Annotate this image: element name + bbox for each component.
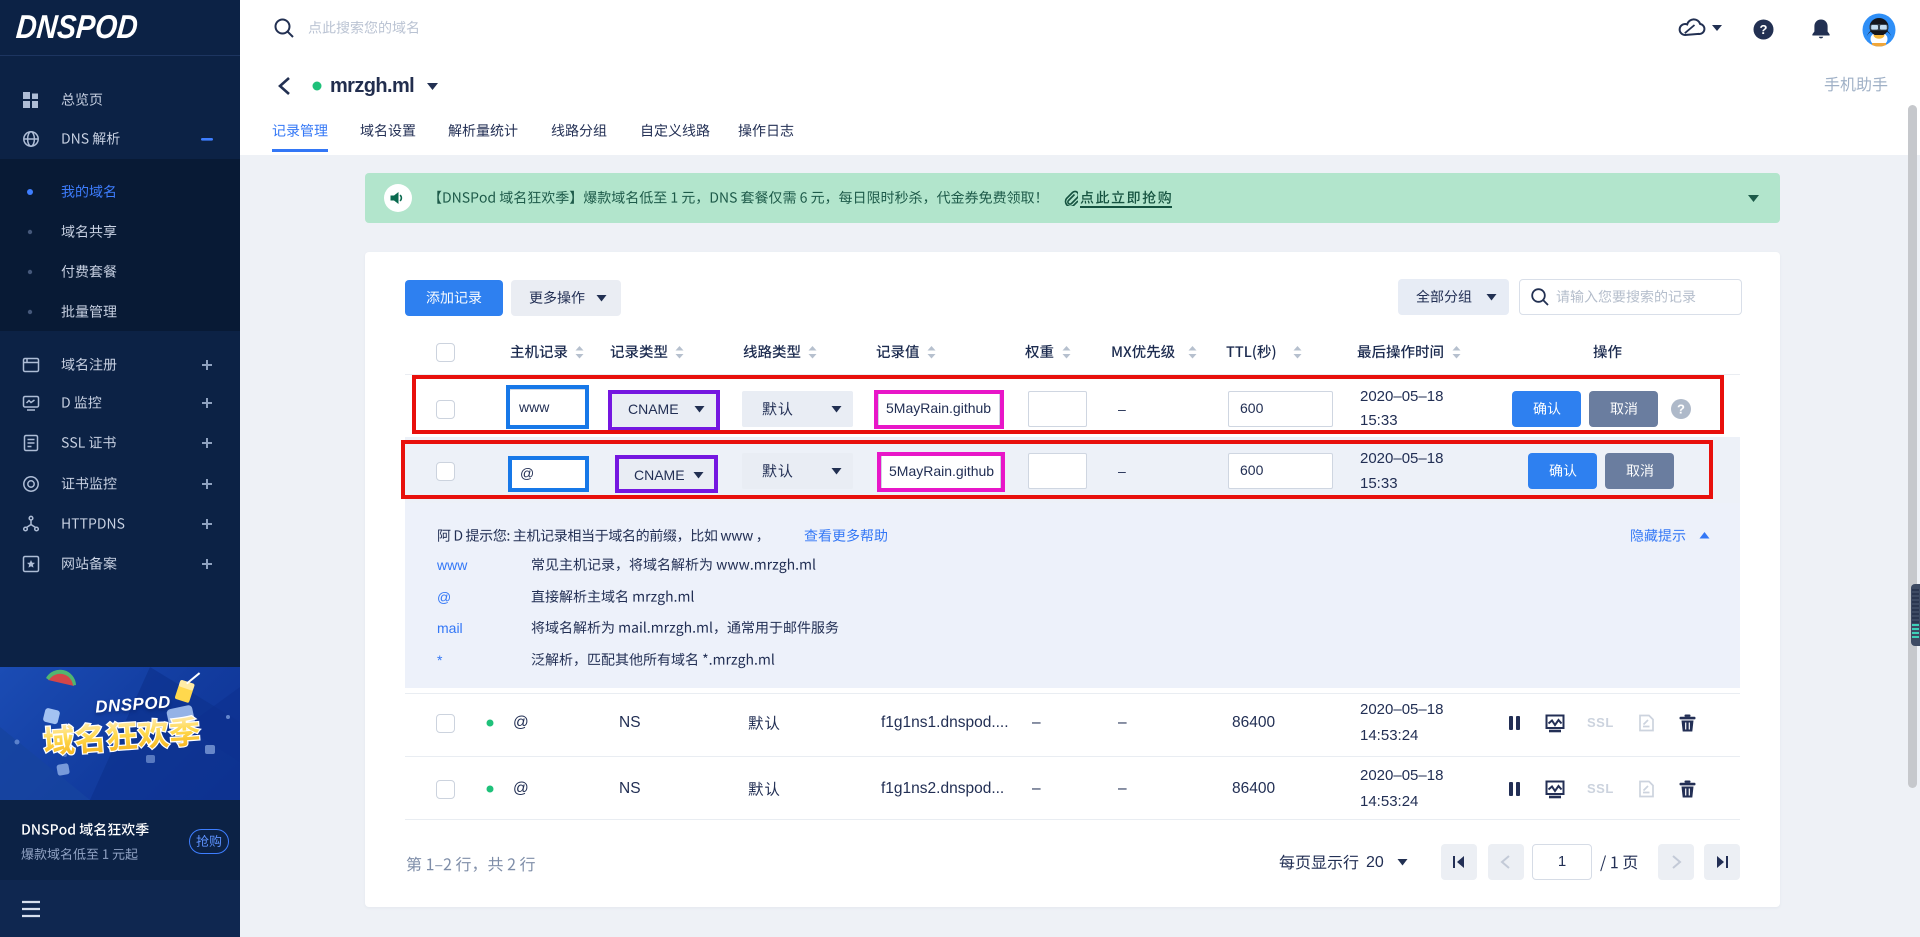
svg-text:?: ?	[1760, 22, 1768, 37]
